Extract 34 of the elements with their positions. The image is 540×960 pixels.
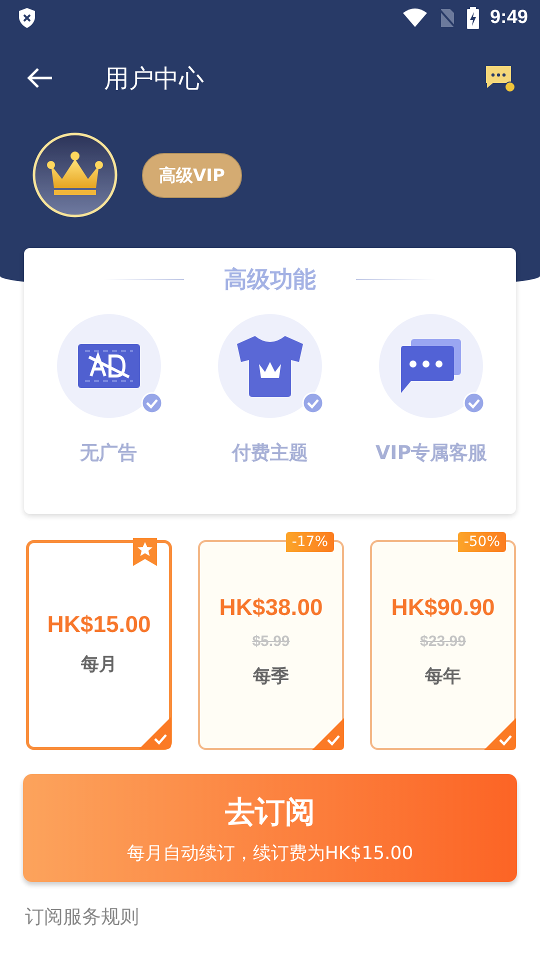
renewal-note: 每月自动续订，续订费为HK$15.00 [126,842,414,864]
plan-period: 每月 [81,653,117,676]
shield-icon [17,7,37,29]
page-title: 用户中心 [104,62,204,94]
plan-price: HK$90.90 [391,594,495,621]
original-price: $5.99 [252,633,290,650]
discount-tag: -17% [286,532,334,552]
original-price: $23.99 [420,633,466,650]
plan-price: HK$38.00 [219,594,323,621]
subscribe-label: 去订阅 [225,794,315,832]
back-arrow-icon [26,67,54,89]
plan-card[interactable]: HK$15.00 每月 [26,540,172,750]
crown-avatar-icon [32,132,118,218]
chat-bubbles-icon [399,338,464,394]
plan-price: HK$15.00 [47,611,151,638]
feature-label: 付费主题 [232,441,308,466]
features-title: 高级功能 [224,266,316,294]
corner-check-icon [139,717,171,749]
chat-icon [484,63,516,93]
vip-level-badge: 高级VIP [142,152,242,198]
star-ribbon-icon [133,538,157,566]
feature-label: 无广告 [80,441,138,466]
discount-tag: -50% [458,532,506,552]
plan-period: 每季 [253,665,289,688]
battery-charging-icon [466,7,480,29]
feature-label: VIP专属客服 [375,441,488,466]
no-ads-icon [76,343,141,389]
corner-check-icon [484,718,516,750]
tshirt-crown-icon [234,334,305,398]
rules-heading: 订阅服务规则 [25,905,139,930]
status-time: 9:49 [490,7,528,29]
corner-check-icon [312,718,344,750]
wifi-icon [402,8,428,28]
plan-period: 每年 [425,665,461,688]
